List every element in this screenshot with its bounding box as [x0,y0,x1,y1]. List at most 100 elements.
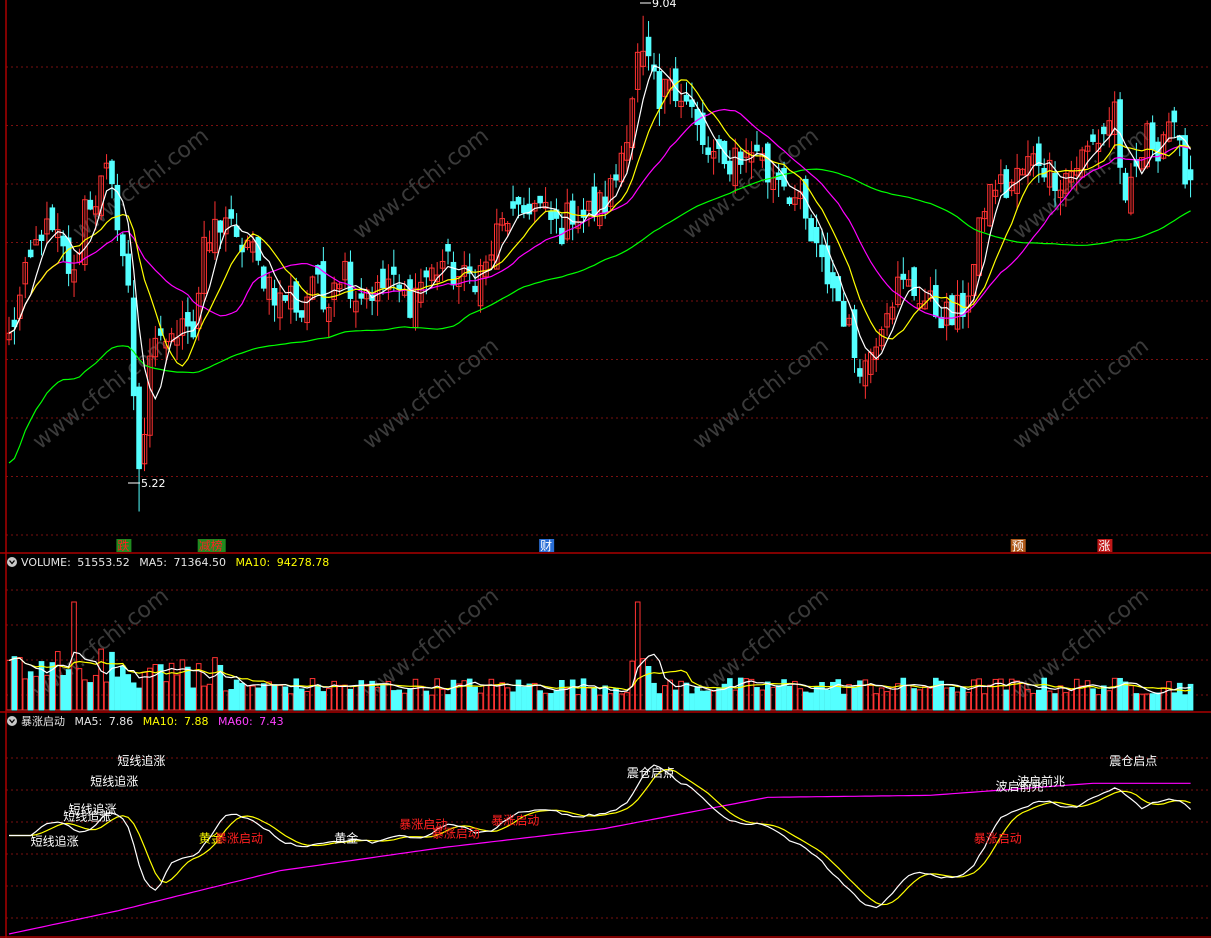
candle [667,67,674,105]
volume-bar [1187,683,1194,711]
candle-body [120,234,126,257]
candle-body [808,218,814,242]
volume-bar [168,662,175,711]
volume-bar [770,686,777,711]
volume-bar [174,674,180,711]
volume-bar [141,671,148,711]
volume-bar [1090,688,1096,711]
candle [672,57,679,108]
candle-body [781,167,787,187]
stock-chart[interactable]: www.cfchi.com www.cfchi.com www.cfchi.com w… [0,0,1211,938]
candle-body [109,160,115,185]
volume-bar [423,690,430,711]
volume-bar [163,681,169,711]
volume-bar [1138,693,1145,711]
volume-bar [353,685,359,711]
candle [960,280,966,329]
candle-body [185,312,191,327]
event-markers: 跌 减榜 财 预 涨 [116,538,1113,553]
candle [553,198,560,234]
candle-body [580,209,587,218]
indicator-signal-label: 暴涨启动 [491,812,539,827]
volume-bar [434,678,440,711]
indicator-ma5-label: MA5: [75,715,103,728]
candle-body [282,295,289,301]
volume-bar [1122,681,1129,711]
volume-bar [17,657,23,711]
svg-text:暴涨启动 MA5: 7.86: 暴涨启动 MA5: 7.86 MA10: 7.88 MA60: 7.43 [21,715,284,728]
candle [732,138,739,194]
volume-bar [309,678,316,711]
volume-bar [1079,685,1085,711]
volume-bar [537,690,543,711]
volume-bar [293,678,300,711]
volume-bar [136,687,142,711]
volume-bar [439,688,446,711]
candle-body [407,279,413,318]
candle [656,53,663,127]
low-price-label: 5.22 [141,477,166,490]
candle [754,131,760,157]
candle-body [754,144,760,152]
volume-bar [510,691,516,711]
volume-bar [683,682,690,711]
candle [288,273,294,324]
candle-body [613,174,619,181]
volume-bar [342,684,348,711]
volume-bar [60,674,67,711]
candle [206,230,213,253]
volume-bar [152,663,159,711]
candle-body [380,268,386,289]
volume-bar [911,688,917,711]
candle [320,246,327,313]
volume-bar [65,669,72,711]
volume-bar [905,684,912,711]
volume-bar [428,694,435,711]
candle-body [320,261,327,310]
candle-body [298,310,305,318]
indicator-signal-label: 暴涨启动 [432,826,480,841]
volume-bar [792,680,798,711]
candle [260,265,267,292]
volume-bar [1133,693,1140,711]
candle [130,280,137,411]
candle [1030,146,1037,177]
volume-bar [179,659,186,711]
volume-bar [618,693,625,711]
event-marker-label: 减榜 [199,538,223,553]
candle-body [391,266,397,275]
candle-body [765,143,771,183]
volume-bar [504,687,511,711]
volume-bar [391,690,397,711]
candle [710,139,717,175]
candle-body [857,368,863,377]
candle [634,43,641,103]
candle [1106,107,1113,148]
candle-body [656,71,663,109]
volume-bar [260,683,267,711]
candle [325,303,332,339]
candle-body [450,261,457,286]
volume-bar [564,687,571,711]
volume-bar [927,687,934,711]
candle [862,353,869,399]
candle [699,99,706,154]
collapse-icon[interactable] [7,716,17,726]
volume-bar [87,682,94,711]
volume-bar [1046,690,1053,711]
event-marker-label: 财 [540,539,552,553]
candle [992,179,999,205]
candle [190,309,197,340]
candle-body [1149,122,1156,150]
candle [716,135,722,163]
volume-ma5-value: 71364.50 [174,556,227,569]
volume-bar [6,659,12,711]
volume-bar [266,681,272,711]
candle-body [591,186,598,217]
collapse-icon[interactable] [7,557,17,567]
candle [298,310,305,323]
candle [645,21,652,71]
candle [1122,167,1129,203]
volume-ma10-value: 94278.78 [277,556,330,569]
volume-bar [1052,693,1058,711]
